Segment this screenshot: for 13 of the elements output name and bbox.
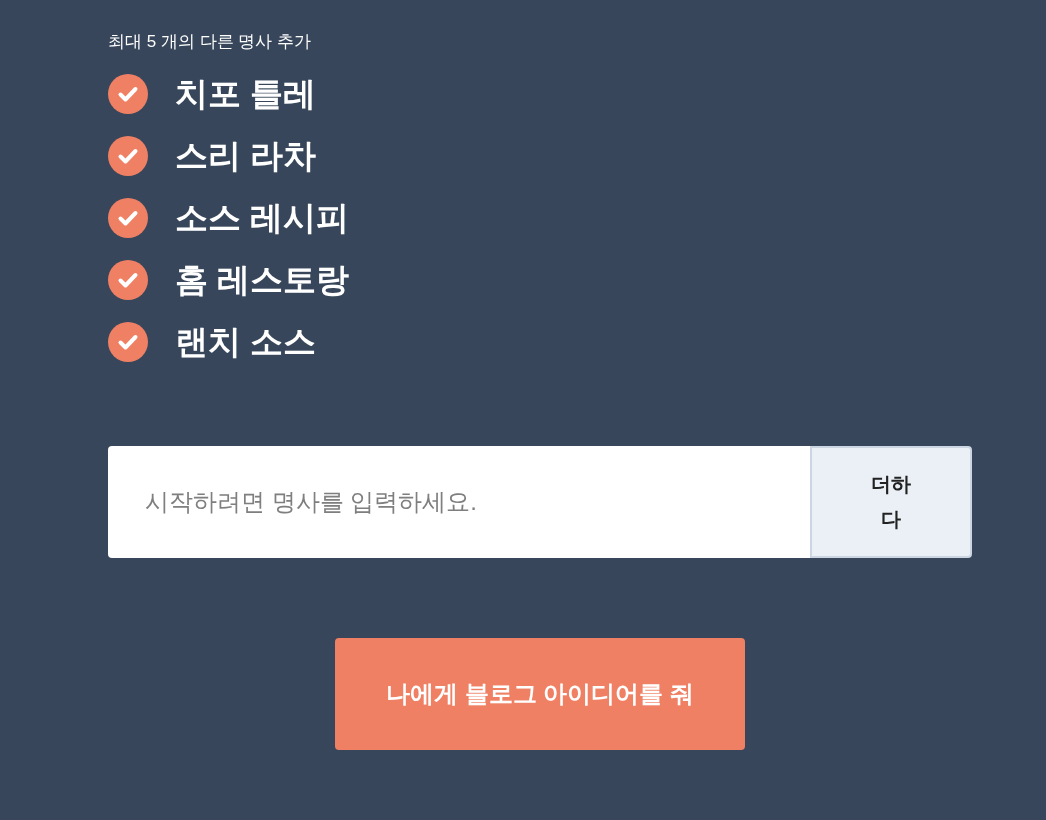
check-circle-icon <box>108 136 148 176</box>
add-button[interactable]: 더하다 <box>810 446 972 558</box>
check-circle-icon <box>108 74 148 114</box>
heading: 최대 5 개의 다른 명사 추가 <box>108 31 312 53</box>
noun-label: 치포 틀레 <box>175 74 317 114</box>
noun-input[interactable]: 시작하려면 명사를 입력하세요. <box>108 446 810 558</box>
noun-label: 홈 레스토랑 <box>175 260 350 300</box>
check-circle-icon <box>108 260 148 300</box>
check-circle-icon <box>108 322 148 362</box>
check-circle-icon <box>108 198 148 238</box>
noun-label: 스리 라차 <box>175 136 317 176</box>
noun-label: 소스 레시피 <box>175 198 350 238</box>
noun-label: 랜치 소스 <box>175 322 317 362</box>
